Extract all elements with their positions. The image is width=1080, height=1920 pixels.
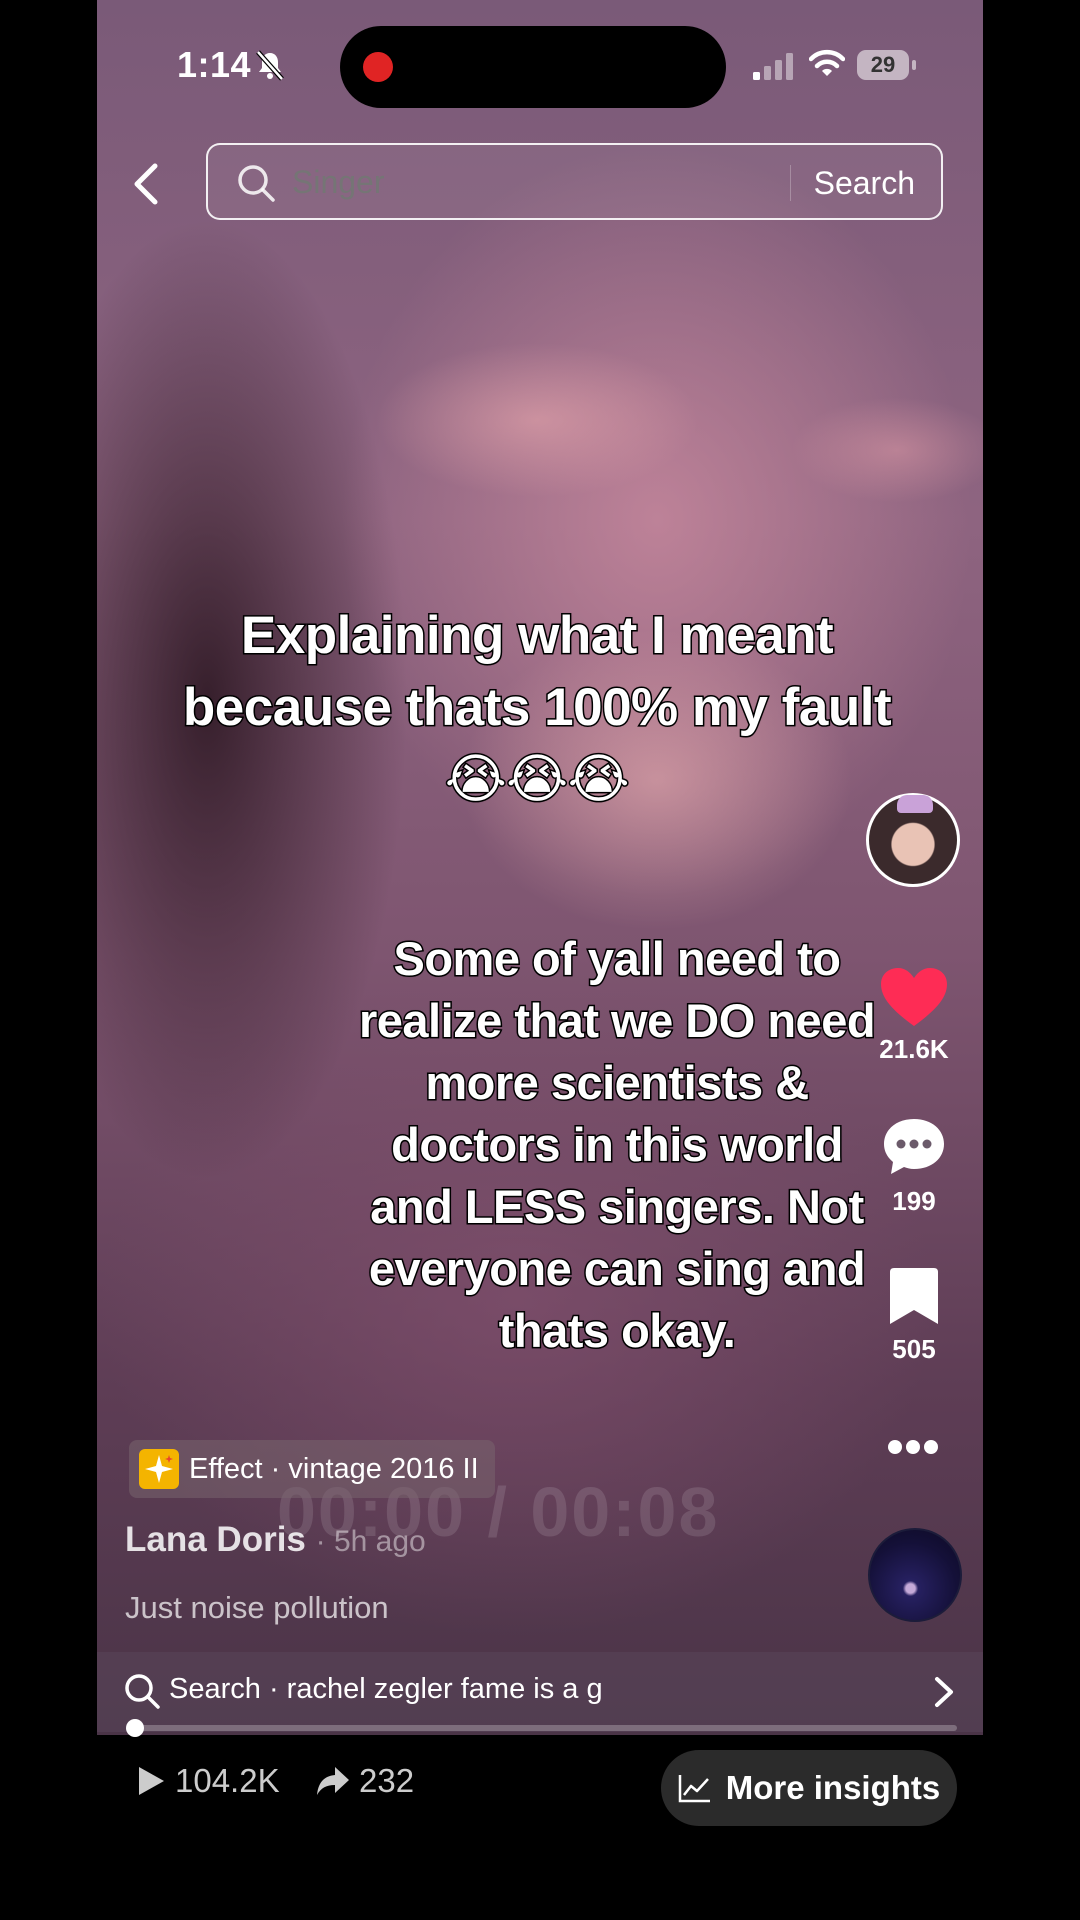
search-icon <box>238 165 275 202</box>
search-divider <box>790 165 791 201</box>
related-search-text: Search · rachel zegler fame is a g <box>169 1673 603 1705</box>
avatar-tiara <box>897 795 933 813</box>
recording-indicator-icon <box>363 52 393 82</box>
shares-count: 232 <box>359 1762 415 1799</box>
battery-nub <box>912 60 916 70</box>
sparkle-effect-icon <box>139 1449 179 1489</box>
views-count: 104.2K <box>175 1762 280 1799</box>
back-icon[interactable] <box>127 160 167 208</box>
search-button[interactable]: Search <box>814 165 915 202</box>
video-caption-main: Some of yall need to realize that we DO … <box>357 931 877 1359</box>
comment-preview-text: Just noise pollution <box>125 1590 389 1625</box>
bell-muted-icon <box>256 50 284 81</box>
heart-icon <box>881 968 947 1026</box>
music-disc[interactable] <box>868 1528 962 1622</box>
battery-indicator: 29 <box>857 50 909 80</box>
app-screen: 1:14 29 Search Explaining what I meant b… <box>97 0 983 1920</box>
comment-count: 199 <box>892 1186 936 1216</box>
search-input[interactable] <box>292 155 762 209</box>
save-button[interactable]: 505 <box>854 1266 974 1365</box>
like-count: 21.6K <box>879 1034 949 1064</box>
comment-button[interactable]: 199 <box>854 1116 974 1217</box>
chevron-right-icon <box>935 1677 953 1707</box>
comment-author-name: Lana Doris <box>125 1520 306 1559</box>
dynamic-island <box>340 26 726 108</box>
video-caption-top: Explaining what I meant because thats 10… <box>181 605 893 811</box>
video-progress-handle[interactable] <box>126 1719 144 1737</box>
more-insights-label: More insights <box>725 1769 941 1806</box>
video-progress-bar[interactable] <box>126 1719 957 1737</box>
more-insights-button[interactable]: More insights <box>661 1750 957 1826</box>
share-arrow-icon <box>317 1767 349 1795</box>
more-options-icon[interactable] <box>867 1432 959 1462</box>
comment-author[interactable]: Lana Doris · 5h ago <box>125 1520 426 1560</box>
related-search-bar[interactable]: Search · rachel zegler fame is a g <box>97 1652 983 1732</box>
like-button[interactable]: 21.6K <box>854 966 974 1065</box>
shares-stat: 232 <box>315 1762 414 1800</box>
comment-time: · 5h ago <box>315 1525 426 1558</box>
chart-line-icon <box>678 1775 710 1803</box>
save-count: 505 <box>892 1334 936 1364</box>
play-icon <box>139 1767 164 1795</box>
bookmark-icon <box>890 1268 938 1324</box>
status-time: 1:14 <box>177 44 252 85</box>
cellular-signal-icon <box>753 53 793 80</box>
effect-tag[interactable]: Effect · vintage 2016 II <box>129 1440 495 1498</box>
effect-label: Effect · vintage 2016 II <box>189 1452 479 1485</box>
comment-bubble-icon <box>884 1119 944 1174</box>
views-stat: 104.2K <box>135 1762 280 1800</box>
search-icon <box>125 1674 160 1709</box>
wifi-icon <box>809 49 845 76</box>
search-bar[interactable]: Search <box>206 143 943 220</box>
